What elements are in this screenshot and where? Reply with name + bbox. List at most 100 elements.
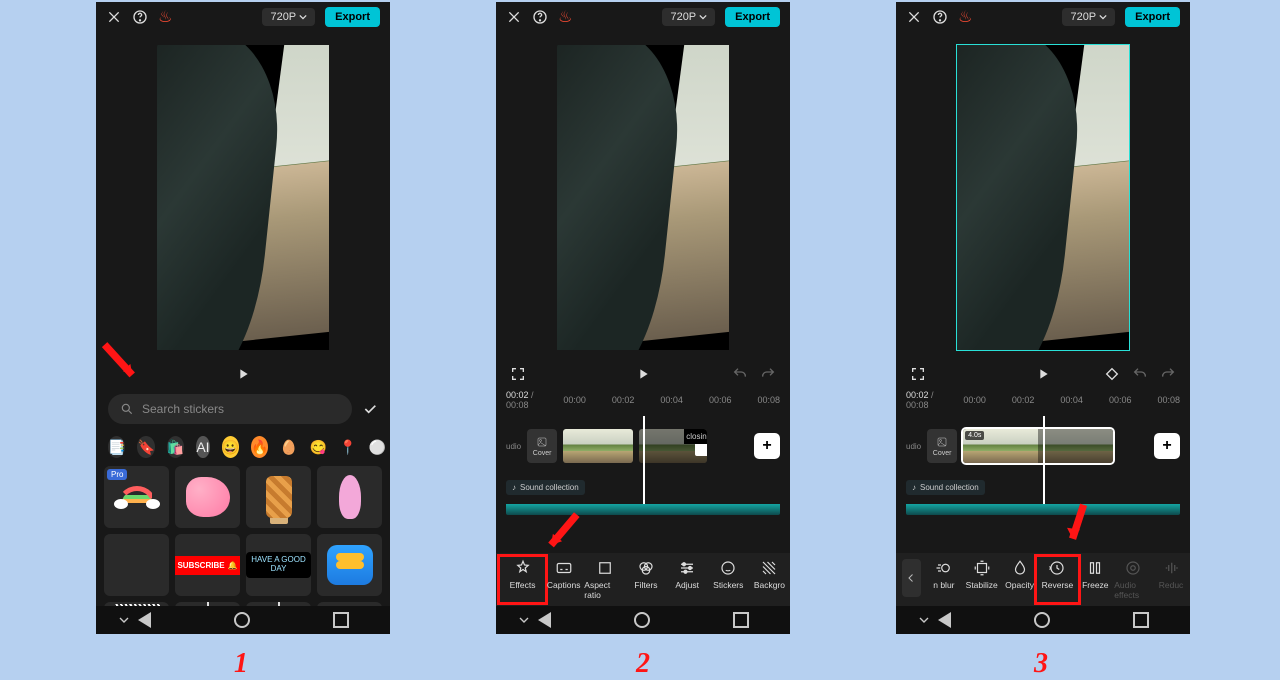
nav-home-icon[interactable] bbox=[234, 612, 250, 628]
timeline-track[interactable]: udio Cover closing + bbox=[496, 416, 790, 476]
export-button[interactable]: Export bbox=[1125, 7, 1180, 27]
category-ball[interactable]: ⚪ bbox=[369, 436, 386, 458]
help-icon[interactable] bbox=[532, 9, 548, 25]
closing-label: closing bbox=[684, 429, 707, 444]
nav-back-icon[interactable] bbox=[138, 612, 151, 628]
video-preview[interactable] bbox=[157, 45, 329, 350]
flame-icon[interactable]: ♨ bbox=[158, 7, 172, 27]
category-face[interactable]: 😋 bbox=[310, 436, 327, 458]
tool-captions[interactable]: Captions bbox=[543, 559, 584, 600]
tool-reduce-noise[interactable]: Reduc bbox=[1152, 559, 1190, 600]
redo-icon[interactable] bbox=[1160, 366, 1176, 382]
play-icon[interactable] bbox=[635, 366, 651, 382]
sticker-subscribe[interactable]: SUBSCRIBE🔔 bbox=[175, 534, 240, 596]
category-recent[interactable]: 📑 bbox=[108, 436, 125, 458]
video-preview[interactable] bbox=[957, 45, 1129, 350]
sticker-empty[interactable] bbox=[104, 534, 169, 596]
android-nav-bar bbox=[496, 606, 790, 634]
close-icon[interactable] bbox=[106, 9, 122, 25]
export-button[interactable]: Export bbox=[725, 7, 780, 27]
sticker-cotton-candy[interactable] bbox=[317, 466, 382, 528]
tool-motion-blur[interactable]: n blur bbox=[925, 559, 963, 600]
preview-area bbox=[896, 32, 1190, 362]
close-icon[interactable] bbox=[906, 9, 922, 25]
resolution-pill[interactable]: 720P bbox=[662, 8, 715, 26]
tool-adjust[interactable]: Adjust bbox=[667, 559, 708, 600]
nav-back-icon[interactable] bbox=[938, 612, 951, 628]
play-icon[interactable] bbox=[1035, 366, 1051, 382]
annotation-arrow-3 bbox=[1056, 502, 1102, 548]
undo-icon[interactable] bbox=[1132, 366, 1148, 382]
nav-recent-icon[interactable] bbox=[333, 612, 349, 628]
tool-stabilize[interactable]: Stabilize bbox=[963, 559, 1001, 600]
help-icon[interactable] bbox=[932, 9, 948, 25]
nav-recent-icon[interactable] bbox=[1133, 612, 1149, 628]
chevron-down-icon[interactable] bbox=[116, 612, 132, 628]
phone-screenshot-1: ♨ 720P Export Search stickers 📑 🔖 🛍️ AI … bbox=[96, 2, 390, 634]
sticker-rainbow[interactable]: Pro bbox=[104, 466, 169, 528]
tool-filters[interactable]: Filters bbox=[625, 559, 666, 600]
nav-home-icon[interactable] bbox=[1034, 612, 1050, 628]
cover-chip[interactable]: Cover bbox=[527, 429, 557, 463]
export-button[interactable]: Export bbox=[325, 7, 380, 27]
sticker-good-day[interactable]: HAVE A GOOD DAY bbox=[246, 534, 311, 596]
nav-recent-icon[interactable] bbox=[733, 612, 749, 628]
playback-row bbox=[496, 362, 790, 386]
playhead[interactable] bbox=[1043, 416, 1045, 504]
clip-2[interactable]: closing bbox=[639, 429, 707, 463]
category-egg[interactable]: 🥚 bbox=[280, 436, 297, 458]
tool-reverse[interactable]: Reverse bbox=[1039, 559, 1077, 600]
tool-audio-effects[interactable]: Audio effects bbox=[1114, 559, 1152, 600]
undo-icon[interactable] bbox=[732, 366, 748, 382]
add-clip-button[interactable]: + bbox=[1154, 433, 1180, 459]
resolution-pill[interactable]: 720P bbox=[262, 8, 315, 26]
timeline-track[interactable]: udio Cover 4.0s + bbox=[896, 416, 1190, 476]
redo-icon[interactable] bbox=[760, 366, 776, 382]
fullscreen-icon[interactable] bbox=[910, 366, 926, 382]
keyframe-icon[interactable] bbox=[1104, 366, 1120, 382]
category-pin[interactable]: 📍 bbox=[339, 436, 356, 458]
editor-top-bar: ♨ 720P Export bbox=[96, 2, 390, 32]
tool-effects[interactable]: Effects bbox=[502, 559, 543, 600]
android-nav-bar bbox=[96, 606, 390, 634]
chevron-down-icon[interactable] bbox=[516, 612, 532, 628]
clip-selected[interactable]: 4.0s bbox=[963, 429, 1113, 463]
editor-top-bar: ♨ 720P Export bbox=[896, 2, 1190, 32]
nav-home-icon[interactable] bbox=[634, 612, 650, 628]
sticker-search-row: Search stickers bbox=[96, 386, 390, 432]
toolbar-back-button[interactable] bbox=[902, 559, 921, 597]
step-number-1: 1 bbox=[234, 648, 248, 680]
tool-stickers[interactable]: Stickers bbox=[708, 559, 749, 600]
fullscreen-icon[interactable] bbox=[510, 366, 526, 382]
cover-chip[interactable]: Cover bbox=[927, 429, 957, 463]
sticker-pink-swatch[interactable] bbox=[175, 466, 240, 528]
add-clip-button[interactable]: + bbox=[754, 433, 780, 459]
category-hot[interactable]: 🔥 bbox=[251, 436, 268, 458]
flame-icon[interactable]: ♨ bbox=[558, 7, 572, 27]
confirm-icon[interactable] bbox=[362, 401, 378, 417]
tool-freeze[interactable]: Freeze bbox=[1076, 559, 1114, 600]
nav-back-icon[interactable] bbox=[538, 612, 551, 628]
sticker-blue-card[interactable] bbox=[317, 534, 382, 596]
help-icon[interactable] bbox=[132, 9, 148, 25]
category-ai[interactable]: AI bbox=[196, 436, 209, 458]
play-icon[interactable] bbox=[235, 366, 251, 382]
flame-icon[interactable]: ♨ bbox=[958, 7, 972, 27]
tool-background[interactable]: Backgro bbox=[749, 559, 790, 600]
sticker-popsicle[interactable] bbox=[246, 466, 311, 528]
video-preview[interactable] bbox=[557, 45, 729, 350]
tool-aspect-ratio[interactable]: Aspect ratio bbox=[584, 559, 625, 600]
category-shop[interactable]: 🛍️ bbox=[167, 436, 184, 458]
preview-area bbox=[96, 32, 390, 362]
sticker-search-input[interactable]: Search stickers bbox=[108, 394, 352, 424]
clip-1[interactable] bbox=[563, 429, 633, 463]
chevron-down-icon[interactable] bbox=[916, 612, 932, 628]
clip-duration-badge: 4.0s bbox=[965, 431, 984, 440]
annotation-arrow-2 bbox=[540, 510, 586, 556]
category-bookmark[interactable]: 🔖 bbox=[137, 436, 154, 458]
category-emoji[interactable]: 😀 bbox=[222, 436, 239, 458]
tool-opacity[interactable]: Opacity bbox=[1001, 559, 1039, 600]
playhead[interactable] bbox=[643, 416, 645, 504]
close-icon[interactable] bbox=[506, 9, 522, 25]
resolution-pill[interactable]: 720P bbox=[1062, 8, 1115, 26]
